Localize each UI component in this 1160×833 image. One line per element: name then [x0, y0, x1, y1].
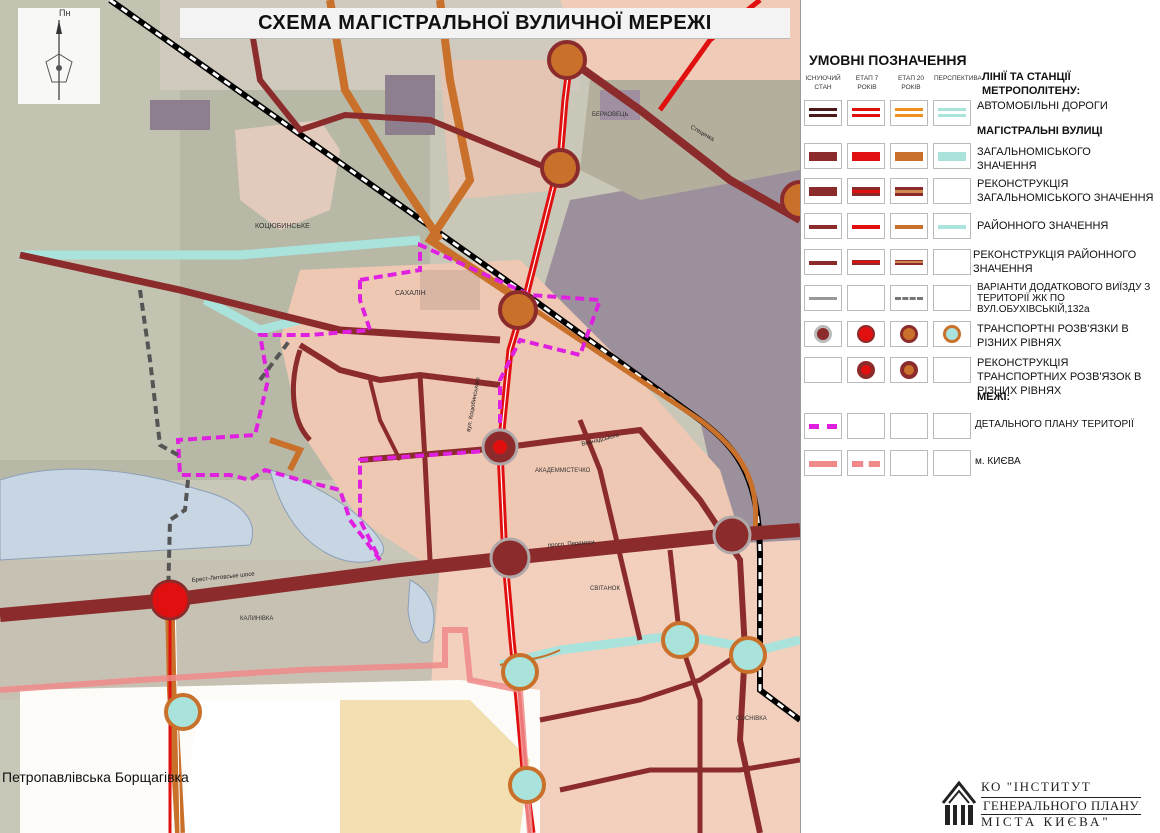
logo-line-2: ГЕНЕРАЛЬНОГО ПЛАНУ [981, 797, 1142, 815]
place-sosnivka: СОСНІВКА [736, 716, 767, 722]
place-kaluhivka: КАЛИНІВКА [240, 616, 273, 622]
cell-kyiv-perspective [933, 450, 971, 476]
cell-district-20 [890, 213, 928, 239]
cell-roads-20 [890, 100, 928, 126]
place-sakhaly: САХАЛІН [395, 290, 426, 297]
cell-district-perspective [933, 213, 971, 239]
legend-recon-district: РЕКОНСТРУКЦІЯ РАЙОННОГО ЗНАЧЕННЯ [973, 249, 1137, 275]
stage-existing: ІСНУЮЧИЙ СТАН [805, 75, 841, 91]
cell-detail-plan-7 [847, 413, 885, 439]
cell-recon-district-20 [890, 249, 928, 275]
map-title: СХЕМА МАГІСТРАЛЬНОЇ ВУЛИЧНОЇ МЕРЕЖІ [258, 11, 712, 34]
cell-variants-7 [847, 285, 885, 311]
north-arrow-icon [45, 20, 73, 100]
legend-district: РАЙОННОГО ЗНАЧЕННЯ [977, 220, 1109, 232]
cell-recon-interchange-perspective [933, 357, 971, 383]
map-canvas: КОЦЮБИНСЬКЕ САХАЛІН АКАДЕММІСТЕЧКО СВІТА… [0, 0, 800, 833]
cell-recon-interchange-7 [847, 357, 885, 383]
cell-recon-interchange-20 [890, 357, 928, 383]
stage-7: ЕТАП 7 РОКІВ [855, 75, 879, 91]
cell-interchange-perspective [933, 321, 971, 347]
place-akademmistechko: АКАДЕММІСТЕЧКО [535, 468, 591, 474]
cell-recon-district-existing [804, 249, 842, 275]
cell-variants-20 [890, 285, 928, 311]
cell-recon-city-existing [804, 178, 842, 204]
cell-recon-city-20 [890, 178, 928, 204]
cell-district-existing [804, 213, 842, 239]
cell-detail-plan-perspective [933, 413, 971, 439]
legend-panel: УМОВНІ ПОЗНАЧЕННЯ ІСНУЮЧИЙ СТАН ЕТАП 7 Р… [800, 0, 1160, 833]
north-label: Пн [59, 8, 71, 18]
cell-recon-district-7 [847, 249, 885, 275]
legend-roads: АВТОМОБІЛЬНІ ДОРОГИ [977, 100, 1108, 112]
place-svitanok: СВІТАНОК [590, 586, 620, 592]
institute-emblem-icon [941, 780, 977, 825]
cell-recon-city-perspective [933, 178, 971, 204]
cell-kyiv-existing [804, 450, 842, 476]
cell-recon-city-7 [847, 178, 885, 204]
legend-detail-plan: ДЕТАЛЬНОГО ПЛАНУ ТЕРИТОРІЇ [975, 419, 1134, 430]
place-borshchahivka: Петропавлівська Борщагівка [2, 769, 189, 785]
cell-variants-perspective [933, 285, 971, 311]
legend-title: УМОВНІ ПОЗНАЧЕННЯ [809, 52, 967, 68]
cell-kyiv-20 [890, 450, 928, 476]
cell-city-7 [847, 143, 885, 169]
cell-roads-perspective [933, 100, 971, 126]
stage-20: ЕТАП 20 РОКІВ [897, 75, 925, 91]
cell-city-perspective [933, 143, 971, 169]
logo-line-3: МІСТА КИЄВА" [981, 814, 1111, 829]
institute-logo: КО "ІНСТИТУТ ГЕНЕРАЛЬНОГО ПЛАНУ МІСТА КИ… [941, 775, 1153, 831]
legend-main-streets: МАГІСТРАЛЬНІ ВУЛИЦІ [977, 125, 1103, 137]
cell-interchange-7 [847, 321, 885, 347]
logo-line-1: КО "ІНСТИТУТ [981, 779, 1092, 794]
legend-interchanges: ТРАНСПОРТНІ РОЗВ'ЯЗКИ В РІЗНИХ РІВНЯХ [977, 323, 1129, 349]
legend-boundaries: МЕЖІ: [977, 391, 1011, 403]
cell-recon-district-perspective [933, 249, 971, 275]
title-bar: СХЕМА МАГІСТРАЛЬНОЇ ВУЛИЧНОЇ МЕРЕЖІ [180, 8, 790, 39]
cell-recon-interchange-existing [804, 357, 842, 383]
cell-kyiv-7 [847, 450, 885, 476]
compass: Пн [18, 8, 100, 104]
cell-detail-plan-20 [890, 413, 928, 439]
map-area: КОЦЮБИНСЬКЕ САХАЛІН АКАДЕММІСТЕЧКО СВІТА… [0, 0, 800, 833]
stage-perspective: ПЕРСПЕКТИВА [934, 75, 982, 82]
cell-roads-existing [804, 100, 842, 126]
legend-variants: ВАРІАНТИ ДОДАТКОВОГО ВИЇЗДУ З ТЕРИТОРІЇ … [977, 282, 1151, 315]
legend-kyiv: м. КИЄВА [975, 456, 1021, 467]
legend-recon-city: РЕКОНСТРУКЦІЯ ЗАГАЛЬНОМІСЬКОГО ЗНАЧЕННЯ [977, 178, 1154, 204]
legend-metro: ЛІНІЇ ТА СТАНЦІЇ МЕТРОПОЛІТЕНУ: [982, 71, 1081, 97]
cell-detail-plan-existing [804, 413, 842, 439]
place-berkovets: БЕРКОВЕЦЬ [592, 112, 628, 118]
cell-interchange-existing [804, 321, 842, 347]
legend-city-value: ЗАГАЛЬНОМІСЬКОГО ЗНАЧЕННЯ [977, 146, 1091, 172]
cell-interchange-20 [890, 321, 928, 347]
cell-city-existing [804, 143, 842, 169]
cell-variants-existing [804, 285, 842, 311]
cell-district-7 [847, 213, 885, 239]
cell-roads-7 [847, 100, 885, 126]
place-kotsiubynske: КОЦЮБИНСЬКЕ [255, 223, 310, 230]
cell-city-20 [890, 143, 928, 169]
